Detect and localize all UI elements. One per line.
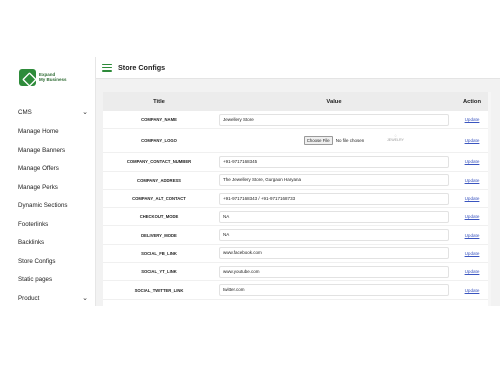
config-value-input[interactable]: www.youtube.com [219, 265, 449, 278]
sidebar-item-store-configs[interactable]: Store Configs [0, 253, 96, 272]
logo-preview-text: JEWELRY [387, 137, 404, 142]
config-value-input[interactable]: NA [219, 229, 449, 242]
sidebar-item-footerlinks[interactable]: Footerlinks [0, 216, 96, 235]
config-value-input[interactable]: www.facebook.com [219, 247, 449, 260]
config-key: SOCIAL_FB_LINK [141, 250, 177, 256]
logo-preview: ♢ JEWELRY [387, 134, 404, 142]
table-row: COMPANY_CONTACT_NUMBER +91-9717168345 Up… [103, 153, 491, 172]
update-link[interactable]: Update [453, 159, 491, 164]
config-key: COMPANY_LOGO [141, 138, 177, 144]
update-link[interactable]: Update [453, 138, 491, 143]
table-row: SOCIAL_TWITTER_LINK twitter.com Update [103, 281, 491, 300]
update-link[interactable]: Update [453, 178, 491, 183]
table-row: SOCIAL_FB_LINK www.facebook.com Update [103, 245, 491, 264]
brand-line-2: My Business [39, 77, 67, 82]
top-bar: Store Configs [96, 57, 500, 79]
sidebar-item-label: Manage Offers [18, 165, 59, 172]
table-row: DELIVERY_MODE NA Update [103, 226, 491, 245]
brand-logo[interactable]: Expand My Business [19, 66, 67, 88]
sidebar-item-label: Manage Banners [18, 146, 66, 154]
sidebar-item-manage-banners[interactable]: Manage Banners [0, 142, 96, 161]
app-window: Expand My Business CMS ⌄ Manage Home Man… [0, 57, 500, 306]
table-row: SOCIAL_YT_LINK www.youtube.com Update [103, 263, 491, 282]
sidebar-item-label: Manage Home [18, 128, 59, 135]
config-key: COMPANY_ADDRESS [137, 177, 181, 183]
sidebar-item-backlinks[interactable]: Backlinks [0, 234, 96, 253]
sidebar: Expand My Business CMS ⌄ Manage Home Man… [0, 57, 96, 306]
config-value-input[interactable]: Jewellery Store [219, 113, 449, 126]
sidebar-item-label: Backlinks [18, 239, 45, 246]
sidebar-item-label: Dynamic Sections [18, 202, 68, 209]
config-key: COMPANY_ALT_CONTACT [132, 196, 186, 202]
column-header-action: Action [462, 98, 482, 105]
page-title: Store Configs [118, 63, 166, 72]
config-key: COMPANY_NAME [141, 117, 177, 123]
config-key: CHECKOUT_MODE [139, 214, 179, 220]
sidebar-item-manage-perks[interactable]: Manage Perks [0, 179, 96, 198]
update-link[interactable]: Update [453, 288, 491, 293]
table-row: COMPANY_NAME Jewellery Store Update [103, 111, 491, 130]
sidebar-item-label: Static pages [18, 276, 53, 283]
table-row: COMPANY_ALT_CONTACT +91-9717168343 / +91… [103, 190, 491, 209]
column-header-title: Title [153, 98, 165, 105]
config-key: COMPANY_CONTACT_NUMBER [126, 159, 192, 165]
file-upload: Choose File No file chosen ♢ JEWELRY [219, 133, 449, 149]
brand-name: Expand My Business [39, 72, 67, 82]
choose-file-button[interactable]: Choose File [303, 136, 333, 146]
sidebar-item-label: CMS [18, 108, 32, 116]
chevron-down-icon: ⌄ [82, 294, 88, 302]
brand-logo-icon [19, 68, 36, 86]
config-value-input[interactable]: The Jewellery Store, Gurgaon Haryana [219, 174, 449, 187]
sidebar-item-product[interactable]: Product ⌄ [0, 290, 96, 307]
config-value-input[interactable]: NA [219, 210, 449, 223]
store-configs-table: Title Value Action COMPANY_NAME Jeweller… [103, 92, 491, 306]
table-row: COMPANY_ADDRESS The Jewellery Store, Gur… [103, 172, 491, 190]
update-link[interactable]: Update [453, 117, 491, 122]
sidebar-item-manage-home[interactable]: Manage Home [0, 123, 96, 142]
sidebar-item-static-pages[interactable]: Static pages [0, 271, 96, 290]
config-key: SOCIAL_TWITTER_LINK [134, 287, 184, 293]
sidebar-item-label: Manage Perks [18, 183, 58, 191]
config-key: DELIVERY_MODE [141, 232, 177, 238]
chevron-down-icon: ⌄ [82, 108, 88, 116]
sidebar-nav: CMS ⌄ Manage Home Manage Banners Manage … [0, 103, 96, 306]
sidebar-item-manage-offers[interactable]: Manage Offers [0, 160, 96, 179]
column-header-value: Value [326, 98, 342, 105]
hamburger-menu-icon[interactable] [102, 63, 112, 72]
update-link[interactable]: Update [453, 214, 491, 219]
table-row: CHECKOUT_MODE NA Update [103, 208, 491, 227]
vertical-scrollbar[interactable] [488, 92, 491, 306]
update-link[interactable]: Update [453, 196, 491, 201]
sidebar-item-dynamic-sections[interactable]: Dynamic Sections [0, 197, 96, 216]
update-link[interactable]: Update [453, 269, 491, 274]
table-row: COMPANY_LOGO Choose File No file chosen … [103, 129, 491, 154]
sidebar-item-label: Product [18, 294, 40, 302]
file-status: No file chosen [335, 138, 365, 144]
sidebar-item-label: Store Configs [18, 257, 56, 265]
config-value-input[interactable]: +91-9717168343 / +91-9717168733 [219, 192, 449, 205]
update-link[interactable]: Update [453, 251, 491, 256]
config-value-input[interactable]: twitter.com [219, 284, 449, 297]
sidebar-item-label: Footerlinks [18, 220, 49, 228]
config-value-input[interactable]: +91-9717168345 [219, 155, 449, 168]
sidebar-item-cms[interactable]: CMS ⌄ [0, 103, 96, 123]
config-key: SOCIAL_YT_LINK [141, 269, 177, 275]
table-header: Title Value Action [103, 92, 491, 111]
update-link[interactable]: Update [453, 233, 491, 238]
